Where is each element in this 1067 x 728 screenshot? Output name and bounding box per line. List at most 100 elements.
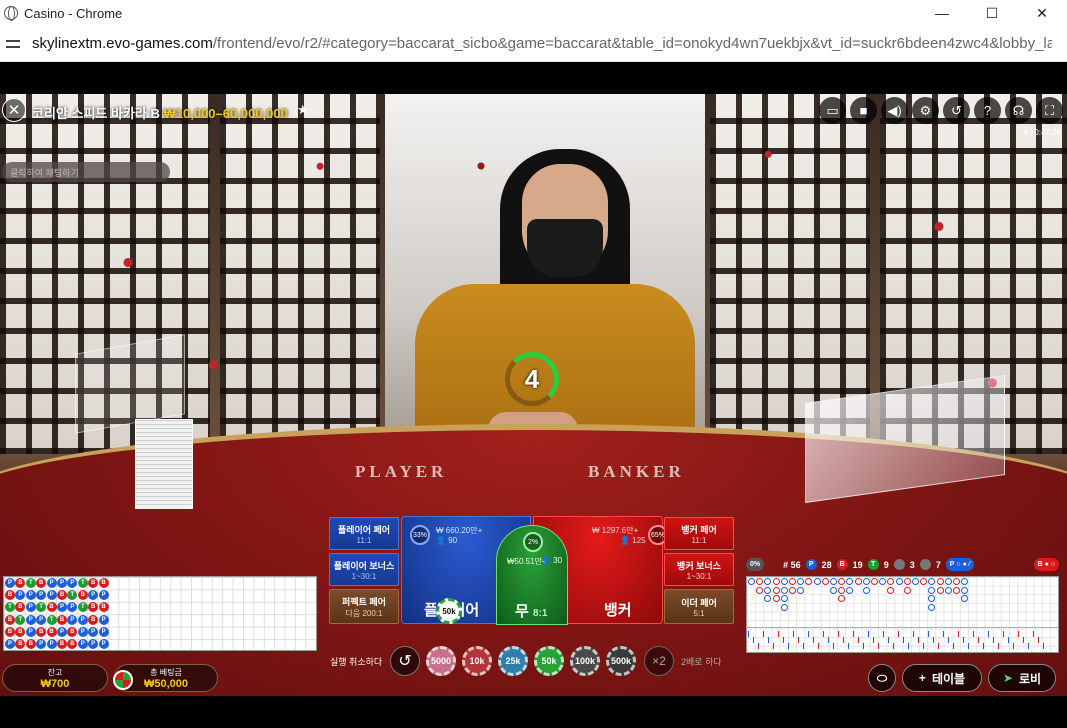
derived-road-mark: [808, 631, 809, 637]
volume-icon[interactable]: ◀): [881, 97, 908, 124]
derived-road-mark: [888, 637, 889, 643]
derived-road-mark: [848, 643, 849, 649]
bead: B: [88, 578, 99, 588]
address-bar[interactable]: skylinextm.evo-games.com/frontend/evo/r2…: [0, 26, 1067, 62]
derived-road-mark: [883, 631, 884, 637]
chip-50k[interactable]: 50k: [534, 646, 564, 676]
bead: B: [67, 626, 78, 637]
bead: P: [36, 614, 47, 625]
bead: P: [25, 614, 36, 625]
derived-road-mark: [978, 637, 979, 643]
either-pair-bet[interactable]: 이더 페어 5:1: [664, 589, 734, 624]
big-road-mark: [797, 586, 805, 594]
banker-pair-bet[interactable]: 뱅커 페어 11:1: [664, 517, 734, 550]
derived-road-mark: [868, 631, 869, 637]
bead-road[interactable]: PBTBPPPTBBBPPPPBTBPPTBPTBPPTBBBTPPTBPPBP…: [3, 576, 317, 651]
table-button[interactable]: + 테이블: [902, 664, 982, 692]
derived-road-mark: [853, 631, 854, 637]
tie-pct: 2%: [523, 532, 543, 552]
bead: T: [77, 602, 88, 613]
derived-road-mark: [758, 643, 759, 649]
player-pair-icon: [893, 559, 905, 570]
close-game-button[interactable]: ✕: [2, 98, 26, 122]
bead: P: [5, 639, 15, 649]
derived-road-mark: [993, 637, 994, 643]
chip-100k[interactable]: 100k: [570, 646, 600, 676]
history-icon[interactable]: ↺: [943, 97, 970, 124]
lobby-button[interactable]: ➤ 로비: [988, 664, 1056, 692]
bead: P: [57, 602, 67, 613]
chip-5000[interactable]: 5000: [426, 646, 456, 676]
table-limits: ₩10,000–60,000,000: [163, 106, 288, 121]
big-road-mark: [944, 586, 952, 594]
big-road-mark: [756, 586, 764, 594]
player-predict-button[interactable]: P ○ ● ⁄: [945, 558, 974, 571]
banker-bonus-bet[interactable]: 뱅커 보너스 1~30:1: [664, 553, 734, 586]
derived-road-mark: [878, 643, 879, 649]
chat-icon[interactable]: ▭: [819, 97, 846, 124]
chip-stack-icon: [113, 670, 133, 690]
bead: P: [15, 590, 26, 601]
perfect-pair-bet[interactable]: 퍼펙트 페어 다음 200:1: [329, 589, 399, 624]
big-road-mark: [764, 595, 772, 603]
site-info-icon[interactable]: [6, 37, 20, 51]
banker-wins: 19: [852, 559, 863, 570]
big-road-mark: [838, 595, 846, 603]
derived-road-mark: [1023, 637, 1024, 643]
help-icon[interactable]: ?: [974, 97, 1001, 124]
gear-icon[interactable]: ⚙: [912, 97, 939, 124]
banker-dot-icon: B: [836, 559, 848, 570]
bead: P: [88, 626, 99, 637]
bead: P: [25, 590, 36, 601]
banker-predict-button[interactable]: B ● ○: [1033, 558, 1059, 571]
win-pct: 0%: [746, 558, 765, 571]
undo-label: 실행 취소하다: [330, 657, 383, 667]
bead: P: [25, 602, 36, 613]
derived-road-mark: [788, 643, 789, 649]
derived-road-mark: [1008, 637, 1009, 643]
bead: B: [88, 602, 99, 613]
derived-road-mark: [783, 637, 784, 643]
bead: B: [15, 578, 26, 588]
stats-bar: 0% # 56 P 28 B 19 T9 3 7 P ○ ● ⁄ B ● ○: [746, 557, 1059, 572]
big-road-mark: [764, 578, 772, 585]
big-road-mark: [961, 586, 969, 594]
player-pair-bet[interactable]: 플레이어 페어 11:1: [329, 517, 399, 550]
bead: T: [67, 590, 78, 601]
derived-road-mark: [1033, 631, 1034, 637]
star-icon[interactable]: ★: [297, 102, 309, 118]
big-road-mark: [780, 595, 788, 603]
player-bonus-bet[interactable]: 플레이어 보너스 1~30:1: [329, 553, 399, 586]
derived-road-mark: [813, 637, 814, 643]
big-road-mark: [780, 578, 788, 585]
derived-road-mark: [1003, 631, 1004, 637]
derived-road-mark: [958, 631, 959, 637]
derived-road-mark: [968, 643, 969, 649]
tie-bet[interactable]: 2% ₩50.51만+ 👤 30 무 8:1: [496, 525, 568, 625]
derived-road-mark: [998, 643, 999, 649]
video-icon[interactable]: ■: [850, 97, 877, 124]
bead: P: [77, 639, 88, 649]
big-road-mark: [928, 586, 936, 594]
headset-icon[interactable]: ☊: [1005, 97, 1032, 124]
derived-road-mark: [818, 643, 819, 649]
derived-road-mark: [913, 631, 914, 637]
derived-road-mark: [973, 631, 974, 637]
close-window-button[interactable]: ✕: [1017, 0, 1067, 26]
settings-chip-button[interactable]: ⬭: [868, 664, 896, 692]
bead: T: [36, 602, 47, 613]
double-button[interactable]: ×2: [644, 646, 674, 676]
tie-wins: 9: [883, 559, 889, 570]
chat-input[interactable]: 클릭하여 채팅하기: [2, 162, 170, 182]
derived-road-mark: [828, 637, 829, 643]
chip-500k[interactable]: 500k: [606, 646, 636, 676]
minimize-button[interactable]: —: [917, 0, 967, 26]
bead: P: [67, 602, 78, 613]
maximize-button[interactable]: ☐: [967, 0, 1017, 26]
undo-button[interactable]: ↺: [390, 646, 420, 676]
url-text[interactable]: skylinextm.evo-games.com/frontend/evo/r2…: [32, 35, 1052, 52]
big-road-mark: [780, 603, 788, 611]
fullscreen-icon[interactable]: ⛶: [1036, 97, 1063, 124]
chip-10k[interactable]: 10k: [462, 646, 492, 676]
chip-25k[interactable]: 25k: [498, 646, 528, 676]
